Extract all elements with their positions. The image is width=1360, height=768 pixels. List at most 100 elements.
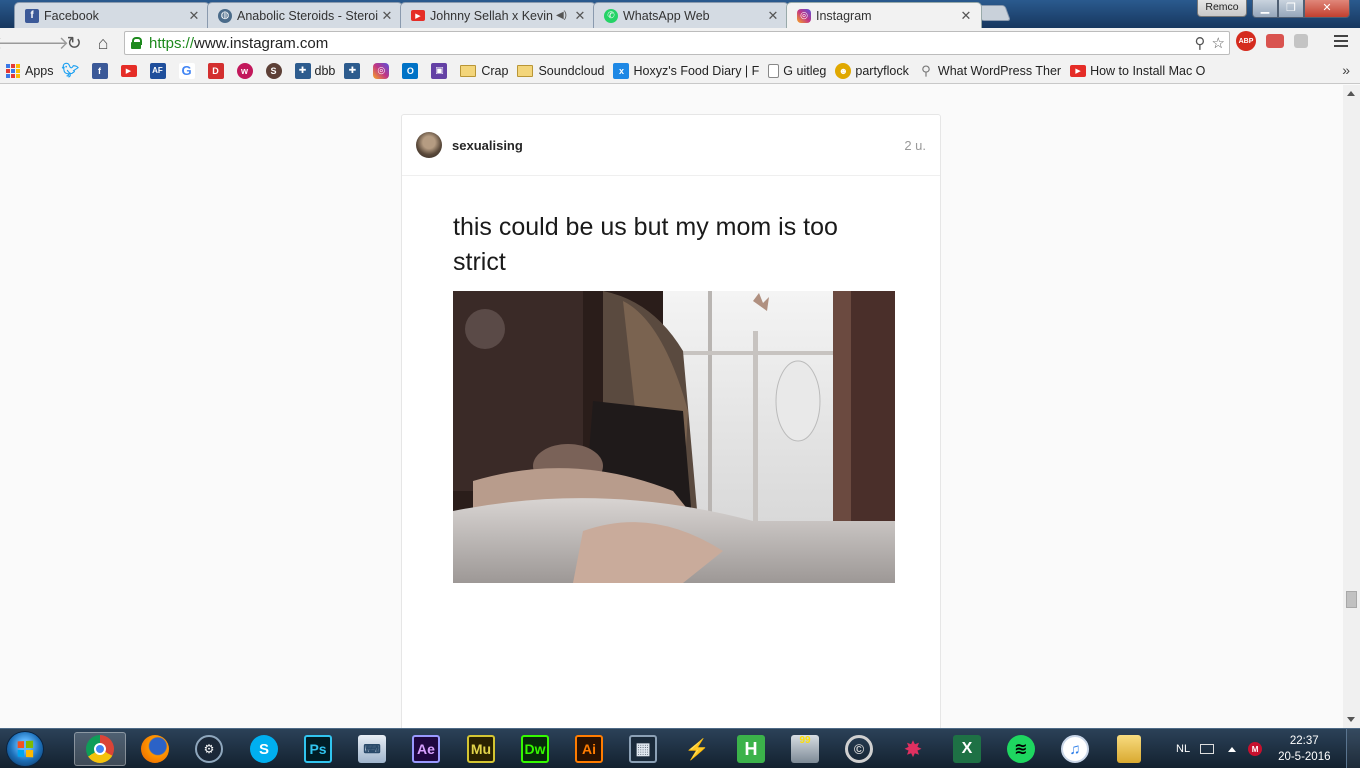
bookmark-puzzle[interactable]: ✚ [344,62,364,79]
music-tool-taskbar-icon[interactable]: ✸ [887,732,939,766]
bookmark-d[interactable]: D [207,62,228,79]
bookmark-w[interactable]: w [236,62,257,79]
bookmark-food-diary[interactable]: x Hoxyz's Food Diary | F [613,62,759,79]
puzzle-icon: ✚ [344,62,361,79]
skype-taskbar-icon[interactable]: S [238,732,290,766]
bookmark-twitch[interactable]: ▣ [431,62,451,79]
reload-button[interactable]: ↻ [61,30,87,56]
steam-taskbar-icon[interactable]: ⚙ [183,732,235,766]
illustrator-taskbar-icon[interactable]: Ai [563,732,615,766]
address-bar[interactable]: https://www.instagram.com ⚲ ☆ [124,31,1230,55]
extension-icon[interactable] [1294,34,1308,48]
bookmark-label: G uitleg [783,63,827,78]
bookmark-install-mac[interactable]: ▶ How to Install Mac O [1070,64,1205,78]
show-desktop-button[interactable] [1346,729,1360,768]
chrome-menu-icon[interactable] [1334,35,1348,50]
keyboard-icon[interactable] [1200,744,1215,754]
scroll-up-arrow-icon[interactable] [1347,91,1355,96]
zoom-icon[interactable]: ⚲ [1195,34,1206,52]
keyboard-app-taskbar-icon[interactable]: ⌨ [346,732,398,766]
chrome-icon [86,735,114,763]
bookmark-partyflock[interactable]: ☻ partyflock [835,62,909,79]
firefox-icon [141,735,169,763]
tab-whatsapp[interactable]: ✆ WhatsApp Web ✕ [593,2,789,28]
notes-99-taskbar-icon[interactable]: 99 [779,732,831,766]
youtube-icon: ▶ [1070,64,1087,77]
close-icon[interactable]: ✕ [766,8,780,24]
close-icon[interactable]: ✕ [573,8,587,24]
bookmark-star-icon[interactable]: ☆ [1212,34,1225,52]
forward-button[interactable]: 🡒 [21,30,69,56]
twitch-icon: ▣ [431,62,448,79]
itunes-taskbar-icon[interactable]: ♫ [1049,732,1101,766]
instagram-icon: ◎ [797,8,811,23]
close-icon[interactable]: ✕ [959,8,973,24]
bookmark-google[interactable]: G [178,62,199,79]
tab-facebook[interactable]: f Facebook ✕ [14,2,210,28]
bookmark-folder-crap[interactable]: Crap [460,64,508,78]
w-icon: w [236,62,253,79]
bookmark-g-uitleg[interactable]: G uitleg [768,63,827,78]
bookmark-af[interactable]: AF [149,62,170,79]
clock-time: 22:37 [1289,735,1319,747]
clock[interactable]: 22:37 20-5-2016 [1278,733,1330,765]
spotify-taskbar-icon[interactable]: ≋ [995,732,1047,766]
bookmark-folder-soundcloud[interactable]: Soundcloud [517,64,604,78]
photoshop-taskbar-icon[interactable]: Ps [292,732,344,766]
dreamweaver-taskbar-icon[interactable]: Dw [509,732,561,766]
youtube-extension-icon[interactable] [1266,34,1284,48]
bookmark-wordpress[interactable]: ⚲ What WordPress Ther [918,63,1061,79]
url-text[interactable]: https://www.instagram.com [149,35,328,52]
bookmark-s[interactable]: S [265,62,286,79]
bookmark-facebook[interactable]: f [91,62,112,79]
close-window-button[interactable]: ✕ [1304,0,1350,18]
tab-strip: f Facebook ✕ ◍ Anabolic Steroids - Stero… [0,0,1360,28]
speaker-icon[interactable]: ◀) [556,10,567,21]
bookmarks-overflow-chevron-icon[interactable]: » [1342,62,1350,78]
video-editor-taskbar-icon[interactable]: ▦ [617,732,669,766]
bookmark-outlook[interactable]: O [402,62,422,79]
meme-caption-text: this could be us but my mom is too stric… [453,213,838,276]
language-indicator[interactable]: NL [1176,743,1190,755]
instagram-post: sexualising 2 u. this could be us but my… [401,114,941,728]
minimize-button[interactable]: ▁ [1252,0,1278,18]
download-manager-taskbar-icon[interactable]: ⚡ [671,732,723,766]
adblock-plus-icon[interactable]: ABP [1236,31,1256,51]
document-icon [768,63,780,78]
scrollbar-thumb[interactable] [1346,591,1357,608]
post-photo[interactable] [453,291,895,583]
show-hidden-icons-icon[interactable] [1228,746,1237,752]
close-icon[interactable]: ✕ [380,8,394,24]
post-time[interactable]: 2 u. [904,138,926,153]
profile-button[interactable]: Remco [1197,0,1247,17]
tab-instagram[interactable]: ◎ Instagram ✕ [786,2,982,28]
itunes-icon: ♫ [1061,735,1089,763]
page-scrollbar[interactable] [1343,85,1360,728]
bookmark-apps[interactable]: Apps [6,63,54,78]
chrome-taskbar-icon[interactable] [74,732,126,766]
maximize-button[interactable]: ❐ [1278,0,1304,18]
url-host: www.instagram.com [194,34,329,52]
mcafee-icon[interactable]: M [1248,742,1263,756]
ccleaner-taskbar-icon[interactable]: © [833,732,885,766]
home-button[interactable]: ⌂ [90,30,116,56]
avatar[interactable] [416,132,442,158]
tab-youtube[interactable]: ▶ Johnny Sellah x Kevin ◀) ✕ [400,2,596,28]
tab-anabolic-steroids[interactable]: ◍ Anabolic Steroids - Steroi ✕ [207,2,403,28]
extension-icons: ABP [1236,31,1308,51]
muse-taskbar-icon[interactable]: Mu [455,732,507,766]
bookmark-instagram[interactable]: ◎ [373,62,393,79]
excel-taskbar-icon[interactable]: X [941,732,993,766]
bookmark-dbb[interactable]: ✚ dbb [294,62,335,79]
start-button[interactable] [6,731,44,767]
bookmark-youtube[interactable]: ▶ [120,64,141,77]
close-icon[interactable]: ✕ [187,8,201,24]
after-effects-taskbar-icon[interactable]: Ae [400,732,452,766]
windows-logo-icon [17,740,34,758]
bookmark-twitter[interactable]: 🐦︎ [62,62,83,79]
post-username[interactable]: sexualising [452,138,904,153]
scroll-down-arrow-icon[interactable] [1347,717,1355,722]
file-explorer-taskbar-icon[interactable] [1103,732,1155,766]
firefox-taskbar-icon[interactable] [129,732,181,766]
h-app-taskbar-icon[interactable]: H [725,732,777,766]
